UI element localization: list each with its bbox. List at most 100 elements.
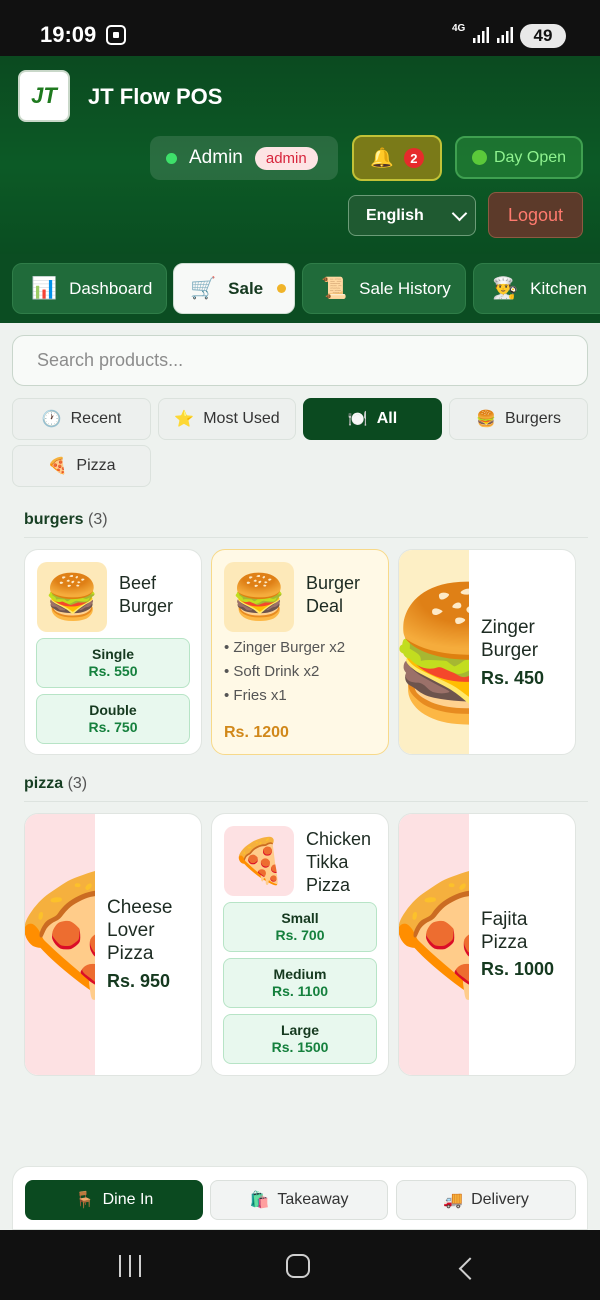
pizza-icon: 🍕 [399,874,469,1004]
tab-label: Kitchen [530,278,587,298]
order-type-delivery[interactable]: 🚚 Delivery [396,1180,576,1220]
active-indicator [277,284,287,293]
category-label: Burgers [504,410,561,427]
category-recent[interactable]: 🕐 Recent [12,398,151,440]
tab-label: Sale [228,278,264,298]
tab-dashboard[interactable]: 📊 Dashboard [12,263,167,314]
product-image: 🍕 [399,814,469,1075]
section-heading-burgers: burgers (3) [24,511,108,529]
product-price: Rs. 1000 [481,959,555,979]
app-header: JT JT Flow POS Admin admin 🔔 2 Day Open … [0,56,600,254]
product-card-burger-deal[interactable]: 🍔 Burger Deal • Zinger Burger x2 • Soft … [211,549,389,755]
product-price: Rs. 950 [107,971,171,991]
status-time: 19:09 [40,22,97,47]
category-label: Recent [70,410,122,427]
product-name: Beef Burger [119,573,174,616]
day-status-icon [471,150,487,165]
category-pizza[interactable]: 🍕 Pizza [12,445,151,487]
order-type-dine-in[interactable]: 🪑 Dine In [25,1180,203,1220]
variant-button-single[interactable]: Single Rs. 550 [36,638,190,688]
screen-record-icon [106,25,126,45]
online-status-icon [166,152,177,164]
tab-label: Dashboard [69,278,153,298]
signal-icon-2 [497,27,513,43]
category-label: All [376,410,398,427]
product-name: Burger Deal [306,573,361,616]
product-image: 🍔 [399,550,469,754]
home-icon[interactable] [286,1254,310,1278]
order-type-label: Dine In [102,1191,154,1208]
status-bar: 19:09 4G 49 [0,0,600,56]
burger-icon: 🍔 [224,562,294,632]
variant-button-small[interactable]: Small Rs. 700 [223,902,377,952]
product-image: 🍕 [25,814,95,1075]
day-open-button[interactable]: Day Open [455,136,583,179]
section-divider [24,801,588,802]
signal-icon [473,27,489,43]
burger-icon: 🍔 [476,411,496,428]
bag-icon: 🛍️ [249,1192,270,1209]
section-count: (3) [67,775,88,792]
variant-price: Rs. 550 [88,663,138,679]
section-title: burgers [24,511,84,528]
deal-item: • Zinger Burger x2 [224,639,346,656]
role-badge: admin [254,146,318,170]
category-all[interactable]: 🍽️ All [303,398,442,440]
variant-button-large[interactable]: Large Rs. 1500 [223,1014,377,1064]
language-selected: English [366,206,424,224]
recent-apps-icon[interactable] [119,1255,141,1277]
variant-price: Rs. 1500 [271,1039,329,1055]
truck-icon: 🚚 [443,1192,464,1209]
variant-name: Small [281,910,319,926]
category-label: Most Used [203,410,280,427]
burger-icon: 🍔 [399,588,469,718]
order-type-label: Delivery [471,1191,529,1208]
tab-sale-history[interactable]: 📜 Sale History [302,263,466,314]
product-card-zinger-burger[interactable]: 🍔 Zinger Burger Rs. 450 [398,549,576,755]
back-icon[interactable] [458,1257,482,1280]
product-card-fajita-pizza[interactable]: 🍕 Fajita Pizza Rs. 1000 [398,813,576,1076]
product-price: Rs. 1200 [224,724,289,741]
chart-icon: 📊 [31,276,58,300]
user-info: Admin admin [150,136,338,180]
variant-price: Rs. 700 [275,927,325,943]
product-card-beef-burger[interactable]: 🍔 Beef Burger Single Rs. 550 Double Rs. … [24,549,202,755]
clock-icon: 🕐 [41,411,62,428]
category-most-used[interactable]: ⭐ Most Used [158,398,296,440]
section-divider [24,537,588,538]
tab-kitchen[interactable]: 👨‍🍳 Kitchen [473,263,600,314]
pizza-icon: 🍕 [25,874,95,1004]
tab-sale[interactable]: 🛒 Sale [173,263,295,314]
language-select[interactable]: English [348,195,476,236]
notification-count-badge: 2 [403,148,424,168]
product-name: Fajita Pizza [481,909,528,953]
section-title: pizza [24,775,64,792]
product-name: Cheese Lover Pizza [107,897,173,964]
product-card-chicken-tikka-pizza[interactable]: 🍕 Chicken Tikka Pizza Small Rs. 700 Medi… [211,813,389,1076]
plate-icon: 🍽️ [347,411,368,428]
variant-name: Single [91,646,134,662]
pizza-icon: 🍕 [47,458,68,475]
bell-icon: 🔔 [370,148,394,169]
battery-level: 49 [533,26,553,45]
logout-button[interactable]: Logout [488,192,583,238]
category-burgers[interactable]: 🍔 Burgers [449,398,588,440]
variant-button-medium[interactable]: Medium Rs. 1100 [223,958,377,1008]
notifications-button[interactable]: 🔔 2 [352,135,442,181]
scroll-icon: 📜 [321,276,348,300]
app-logo: JT [18,70,70,122]
variant-name: Double [89,702,137,718]
logo-text: JT [31,83,57,108]
variant-button-double[interactable]: Double Rs. 750 [36,694,190,744]
product-name: Zinger Burger [481,617,539,661]
product-card-cheese-lover-pizza[interactable]: 🍕 Cheese Lover Pizza Rs. 950 [24,813,202,1076]
star-icon: ⭐ [174,411,195,428]
product-price: Rs. 450 [481,668,545,688]
chair-icon: 🪑 [74,1192,95,1209]
chevron-down-icon [451,205,468,222]
variant-price: Rs. 750 [88,719,138,735]
search-input[interactable] [12,335,588,386]
order-type-takeaway[interactable]: 🛍️ Takeaway [210,1180,388,1220]
app-title: JT Flow POS [88,84,223,109]
deal-item: • Fries x1 [224,687,287,704]
